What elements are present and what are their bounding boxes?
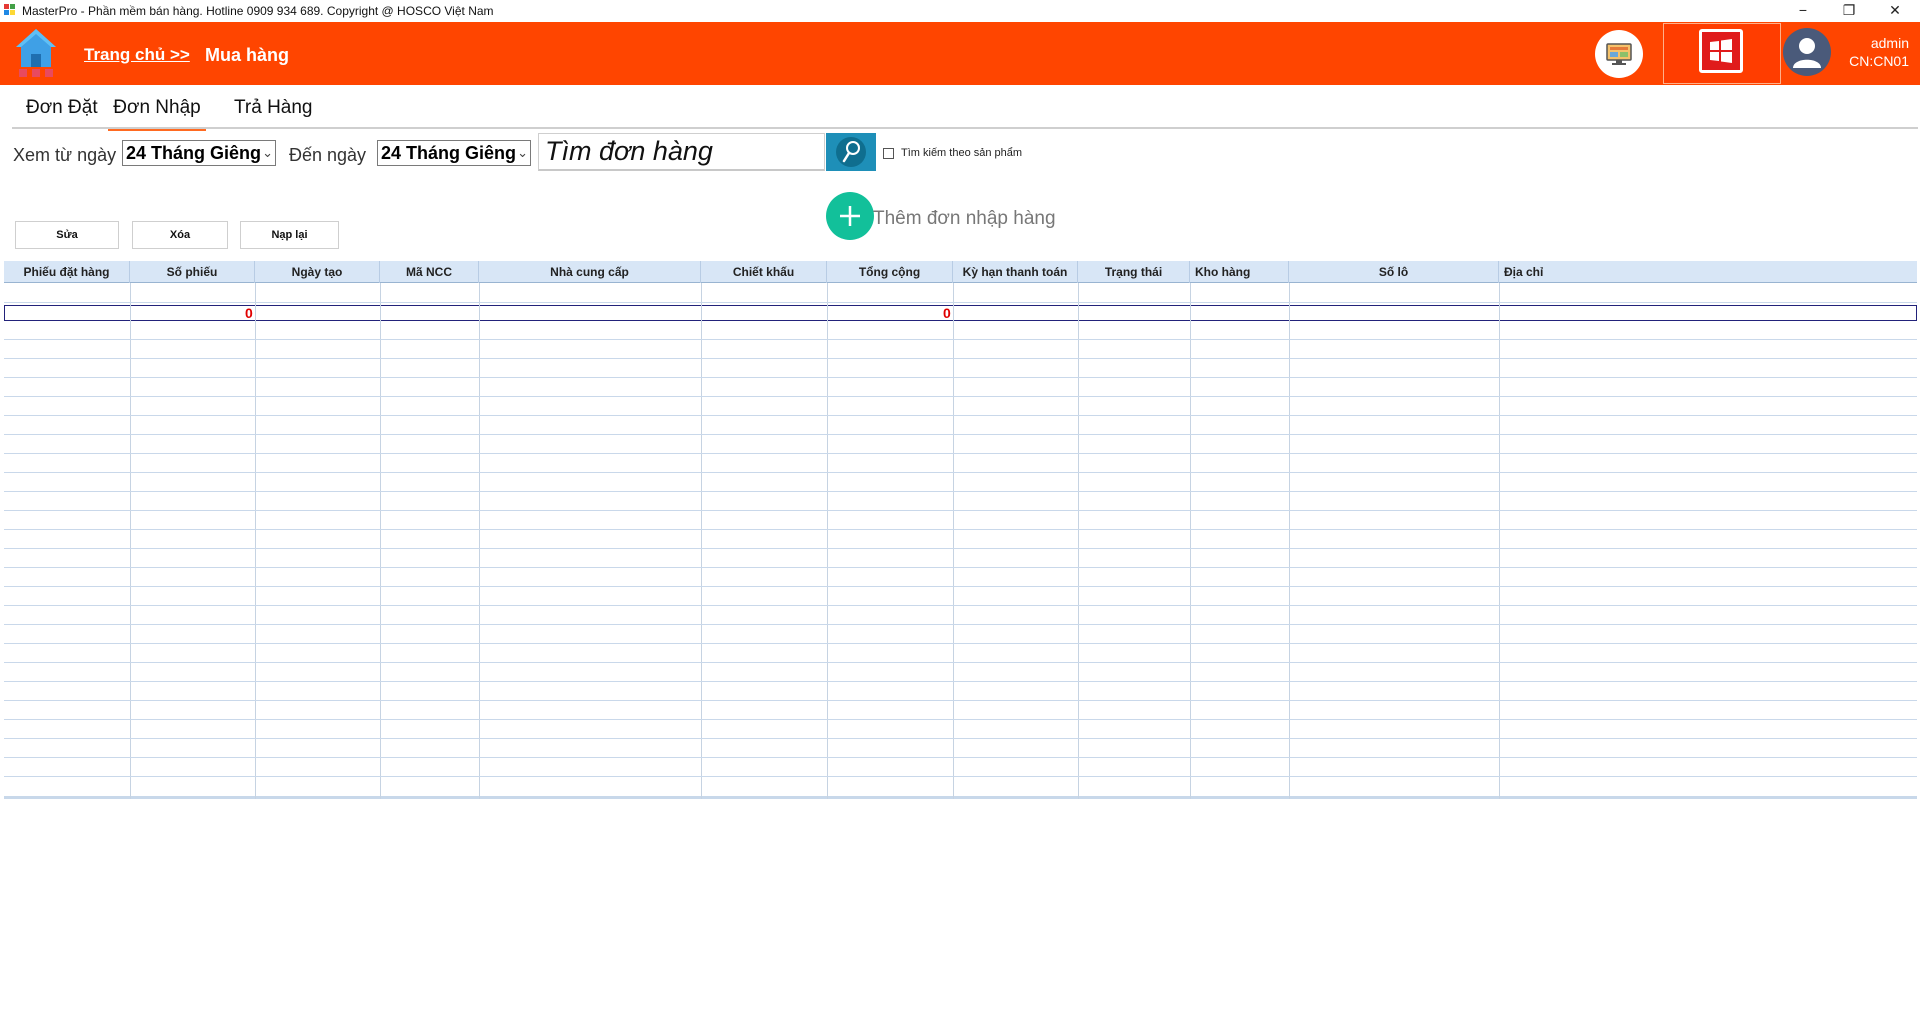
grid-row-divider — [4, 529, 1917, 530]
grid-column-divider — [479, 283, 480, 799]
to-date-picker[interactable]: 24 Tháng Giêng ⌄ — [377, 140, 531, 166]
monitor-icon[interactable] — [1595, 30, 1643, 78]
grid-row-divider — [4, 624, 1917, 625]
grid-row-divider — [4, 396, 1917, 397]
col-header[interactable]: Nhà cung cấp — [479, 261, 701, 283]
grid-row-divider — [4, 434, 1917, 435]
col-header[interactable]: Tổng cộng — [827, 261, 953, 283]
page-title: Mua hàng — [205, 45, 289, 65]
col-header[interactable]: Phiếu đặt hàng — [4, 261, 130, 283]
col-header[interactable]: Mã NCC — [380, 261, 479, 283]
col-header[interactable]: Ngày tạo — [255, 261, 380, 283]
summary-tong-cong: 0 — [943, 305, 951, 321]
grid-summary-row: 0 0 — [4, 305, 1917, 321]
grid-row-divider — [4, 548, 1917, 549]
window-titlebar: MasterPro - Phần mềm bán hàng. Hotline 0… — [0, 0, 1920, 22]
grid-row-divider — [4, 339, 1917, 340]
grid-filter-row[interactable] — [4, 283, 1917, 302]
grid-row-divider — [4, 776, 1917, 777]
col-header[interactable]: Số lô — [1289, 261, 1499, 283]
tab-tra-hang[interactable]: Trả Hàng — [234, 97, 313, 128]
col-header[interactable]: Chiết khấu — [701, 261, 827, 283]
search-by-product-label: Tìm kiếm theo sản phẩm — [901, 147, 1023, 159]
grid-row-divider — [4, 491, 1917, 492]
grid-row-divider — [4, 358, 1917, 359]
col-header[interactable]: Kỳ hạn thanh toán — [953, 261, 1078, 283]
grid-row-divider — [4, 415, 1917, 416]
window-title: MasterPro - Phần mềm bán hàng. Hotline 0… — [22, 4, 494, 18]
grid-row-divider — [4, 605, 1917, 606]
grid-row-divider — [4, 377, 1917, 378]
plus-icon — [840, 206, 860, 226]
col-header[interactable]: Kho hàng — [1190, 261, 1289, 283]
grid-column-divider — [130, 283, 131, 799]
grid-column-divider — [701, 283, 702, 799]
add-order-label[interactable]: Thêm đơn nhập hàng — [873, 208, 1056, 230]
delete-button[interactable]: Xóa — [132, 221, 228, 249]
grid-row-divider — [4, 567, 1917, 568]
grid-row-divider — [4, 757, 1917, 758]
col-header[interactable]: Địa chỉ — [1499, 261, 1917, 283]
chevron-down-icon[interactable]: ⌄ — [515, 141, 528, 165]
breadcrumb-home-link[interactable]: Trang chủ >> — [84, 45, 190, 65]
grid-row-divider — [4, 662, 1917, 663]
grid-column-divider — [1499, 283, 1500, 799]
to-date-label: Đến ngày — [289, 145, 367, 165]
reload-button[interactable]: Nạp lại — [240, 221, 339, 249]
search-by-product-checkbox[interactable] — [883, 148, 894, 159]
search-icon — [836, 137, 866, 167]
grid-bottom-border — [4, 796, 1917, 799]
grid-row-divider — [4, 472, 1917, 473]
from-date-label: Xem từ ngày — [13, 145, 117, 165]
grid-row-divider — [4, 681, 1917, 682]
from-date-value: 24 Tháng Giêng — [126, 143, 262, 163]
orders-grid[interactable]: Phiếu đặt hàng Số phiếu Ngày tạo Mã NCC … — [4, 261, 1917, 799]
tab-don-dat[interactable]: Đơn Đặt — [26, 97, 98, 128]
grid-column-divider — [953, 283, 954, 799]
grid-row-divider — [4, 719, 1917, 720]
chevron-down-icon[interactable]: ⌄ — [260, 141, 273, 165]
app-header: Trang chủ >> Mua hàng admin CN:CN01 — [0, 22, 1920, 85]
edit-button[interactable]: Sửa — [15, 221, 119, 249]
app-icon — [4, 4, 16, 16]
windows-icon[interactable] — [1699, 29, 1743, 73]
grid-row-divider — [4, 738, 1917, 739]
grid-column-divider — [255, 283, 256, 799]
grid-column-divider — [1078, 283, 1079, 799]
col-header[interactable]: Số phiếu — [130, 261, 255, 283]
add-order-button[interactable] — [826, 192, 874, 240]
grid-row-divider — [4, 586, 1917, 587]
to-date-value: 24 Tháng Giêng — [381, 143, 517, 163]
user-avatar-icon[interactable] — [1783, 28, 1831, 76]
tab-bar: Đơn Đặt Đơn Nhập Trả Hàng — [0, 85, 1920, 131]
col-header[interactable]: Trạng thái — [1078, 261, 1190, 283]
minimize-button[interactable]: − — [1780, 0, 1826, 22]
search-button[interactable] — [826, 133, 876, 171]
grid-column-divider — [827, 283, 828, 799]
grid-row-divider — [4, 302, 1917, 303]
grid-row-divider — [4, 453, 1917, 454]
grid-row-divider — [4, 700, 1917, 701]
home-icon[interactable] — [14, 27, 58, 79]
grid-column-divider — [380, 283, 381, 799]
grid-header: Phiếu đặt hàng Số phiếu Ngày tạo Mã NCC … — [4, 261, 1917, 283]
grid-column-divider — [1289, 283, 1290, 799]
from-date-picker[interactable]: 24 Tháng Giêng ⌄ — [122, 140, 276, 166]
maximize-button[interactable]: ❐ — [1826, 0, 1872, 22]
grid-column-divider — [1190, 283, 1191, 799]
user-branch: CN:CN01 — [1849, 53, 1909, 69]
tab-divider — [12, 127, 1918, 129]
user-name: admin — [1870, 35, 1909, 51]
grid-row-divider — [4, 510, 1917, 511]
close-button[interactable]: ✕ — [1872, 0, 1918, 22]
windows-panel — [1663, 23, 1781, 84]
summary-so-phieu: 0 — [245, 305, 253, 321]
grid-row-divider — [4, 643, 1917, 644]
search-order-input[interactable]: Tìm đơn hàng — [538, 133, 825, 171]
tab-don-nhap[interactable]: Đơn Nhập — [108, 97, 206, 131]
